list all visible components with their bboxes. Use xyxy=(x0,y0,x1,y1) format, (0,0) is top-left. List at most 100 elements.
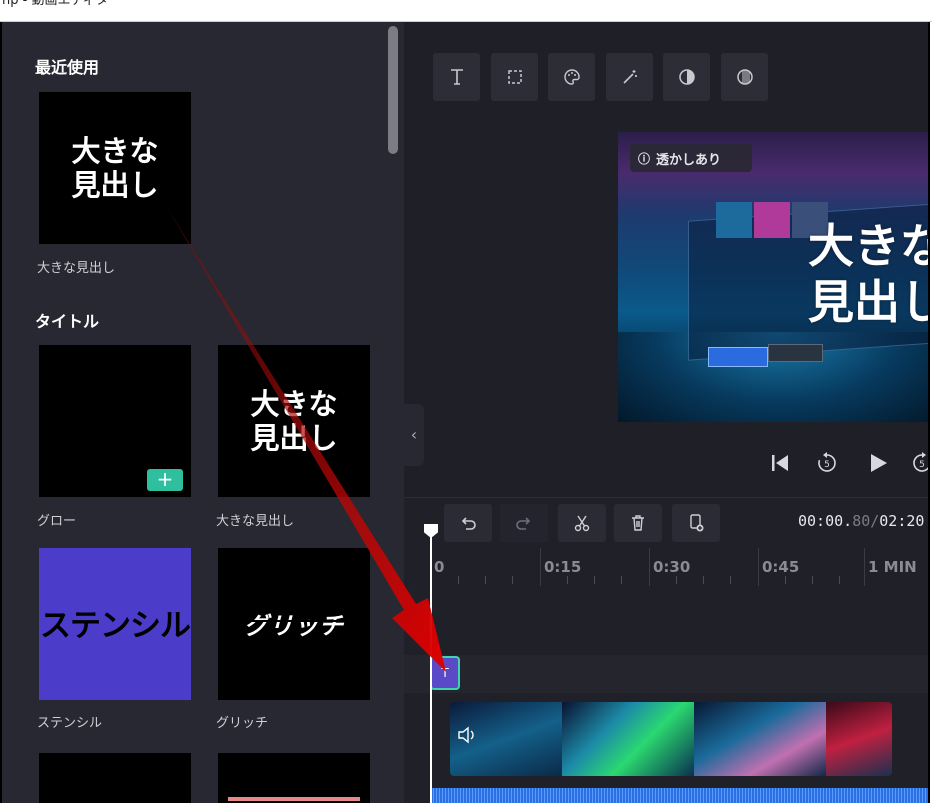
ruler-tick xyxy=(864,548,865,586)
recent-card-big-heading[interactable]: 大きな 見出し xyxy=(39,92,191,244)
glitch-preview-text: グリッチ xyxy=(218,606,370,641)
title-overlay[interactable]: 大きな 見出し xyxy=(808,218,928,330)
info-icon: ⓘ xyxy=(638,151,651,166)
video-clip[interactable] xyxy=(450,702,892,776)
ruler-minor-tick xyxy=(594,576,595,584)
timeline-ruler[interactable]: 0 0:15 0:30 0:45 1 MIN xyxy=(430,548,928,586)
duplicate-button[interactable] xyxy=(672,504,720,542)
stencil-caption: ステンシル xyxy=(37,716,103,731)
text-tool-button[interactable] xyxy=(433,53,480,101)
title-card-next-1[interactable] xyxy=(39,753,191,803)
ruler-minor-tick xyxy=(812,576,813,584)
skip-to-start-button[interactable] xyxy=(762,445,798,481)
add-glow-button[interactable]: + xyxy=(147,469,183,491)
card-text-line2: 見出し xyxy=(250,421,338,455)
overlay-line2: 見出し xyxy=(808,275,928,329)
panel-scrollbar[interactable] xyxy=(388,26,398,154)
ruler-tick xyxy=(649,548,650,586)
glow-caption: グロー xyxy=(37,514,77,529)
redo-icon xyxy=(516,517,531,530)
ruler-minor-tick xyxy=(703,576,704,584)
forward-5-icon: 5 xyxy=(913,452,928,472)
ruler-minor-tick xyxy=(839,576,840,584)
ruler-label: 0 xyxy=(434,558,445,576)
text-icon xyxy=(450,69,463,85)
split-button[interactable] xyxy=(558,504,606,542)
title-card-stencil[interactable]: ステンシル xyxy=(39,548,191,700)
preview-scene-tile xyxy=(754,202,790,238)
ruler-minor-tick xyxy=(512,576,513,584)
ruler-label: 0:15 xyxy=(544,558,582,576)
ruler-minor-tick xyxy=(567,576,568,584)
ruler-tick xyxy=(758,548,759,586)
adjust-tool-button[interactable] xyxy=(663,53,710,101)
ruler-minor-tick xyxy=(730,576,731,584)
card-text-line1: 大きな xyxy=(250,387,338,421)
undo-button[interactable] xyxy=(444,504,492,542)
ruler-minor-tick xyxy=(621,576,622,584)
window-title: np - 動画エディター xyxy=(2,0,122,8)
playhead-line[interactable] xyxy=(430,535,432,803)
preview-scene-button xyxy=(708,347,768,367)
collapse-panel-button[interactable]: ‹ xyxy=(404,404,424,466)
glitch-caption: グリッチ xyxy=(216,716,269,731)
svg-text:5: 5 xyxy=(824,460,830,470)
overlay-line1: 大きな xyxy=(808,219,928,273)
ruler-minor-tick xyxy=(676,576,677,584)
color-tool-button[interactable] xyxy=(548,53,595,101)
ruler-label: 0:30 xyxy=(653,558,691,576)
card-text-line1: 大きな xyxy=(71,134,159,168)
video-thumbnail xyxy=(562,702,694,776)
speaker-icon[interactable] xyxy=(456,724,478,746)
ruler-minor-tick xyxy=(458,576,459,584)
window-titlebar: np - 動画エディター xyxy=(0,0,932,22)
text-clip[interactable]: T xyxy=(430,656,460,690)
video-preview[interactable]: ⓘ 透かしあり 大きな 見出し xyxy=(618,132,928,422)
undo-icon xyxy=(461,517,476,530)
timecode-total: 02:20 xyxy=(879,512,925,530)
ruler-minor-tick xyxy=(485,576,486,584)
forward-5-button[interactable]: 5 xyxy=(910,445,928,481)
redo-button[interactable] xyxy=(500,504,548,542)
watermark-label: 透かしあり xyxy=(656,152,722,168)
fade-tool-button[interactable] xyxy=(721,53,768,101)
title-card-big-heading[interactable]: 大きな 見出し xyxy=(218,345,370,497)
app-frame: 最近使用 大きな 見出し 大きな見出し タイトル + グロー 大きな 見出し 大… xyxy=(0,22,930,803)
duplicate-add-icon xyxy=(690,514,704,532)
watermark-badge: ⓘ 透かしあり xyxy=(630,144,752,172)
card-text-line2: 見出し xyxy=(71,168,159,202)
preview-scene-tile xyxy=(716,202,752,238)
recent-card-caption: 大きな見出し xyxy=(37,261,116,276)
contrast-icon xyxy=(678,69,695,85)
timecode-separator: / xyxy=(870,512,880,530)
rewind-5-icon: 5 xyxy=(818,452,836,472)
title-card-next-2[interactable] xyxy=(218,753,370,803)
title-card-glitch[interactable]: グリッチ xyxy=(218,548,370,700)
audio-waveform[interactable] xyxy=(430,788,928,803)
timecode-fraction: 80 xyxy=(852,512,871,530)
effects-tool-button[interactable] xyxy=(606,53,653,101)
title-card-glow[interactable]: + xyxy=(39,345,191,497)
magic-wand-icon xyxy=(622,70,637,84)
play-icon xyxy=(871,454,887,472)
ruler-minor-tick xyxy=(785,576,786,584)
video-thumbnail xyxy=(694,702,826,776)
ruler-tick xyxy=(540,548,541,586)
palette-icon xyxy=(563,69,580,85)
delete-button[interactable] xyxy=(614,504,662,542)
title-heading: タイトル xyxy=(35,312,100,331)
recent-heading: 最近使用 xyxy=(35,58,100,77)
trash-icon xyxy=(632,515,644,531)
stencil-preview-text: ステンシル xyxy=(40,608,191,644)
preview-scene-button xyxy=(768,344,823,362)
text-track[interactable] xyxy=(404,655,928,693)
rewind-5-button[interactable]: 5 xyxy=(809,445,845,481)
timecode-current: 00:00. xyxy=(798,512,853,530)
ruler-label: 0:45 xyxy=(762,558,800,576)
play-button[interactable] xyxy=(860,445,896,481)
timeline-panel: 00:00.80/02:20 0 0:15 0:30 0:45 1 MIN T xyxy=(404,497,928,803)
chevron-left-icon: ‹ xyxy=(410,425,418,444)
crop-tool-button[interactable] xyxy=(491,53,538,101)
crop-icon xyxy=(507,70,522,84)
video-thumbnail xyxy=(826,702,892,776)
